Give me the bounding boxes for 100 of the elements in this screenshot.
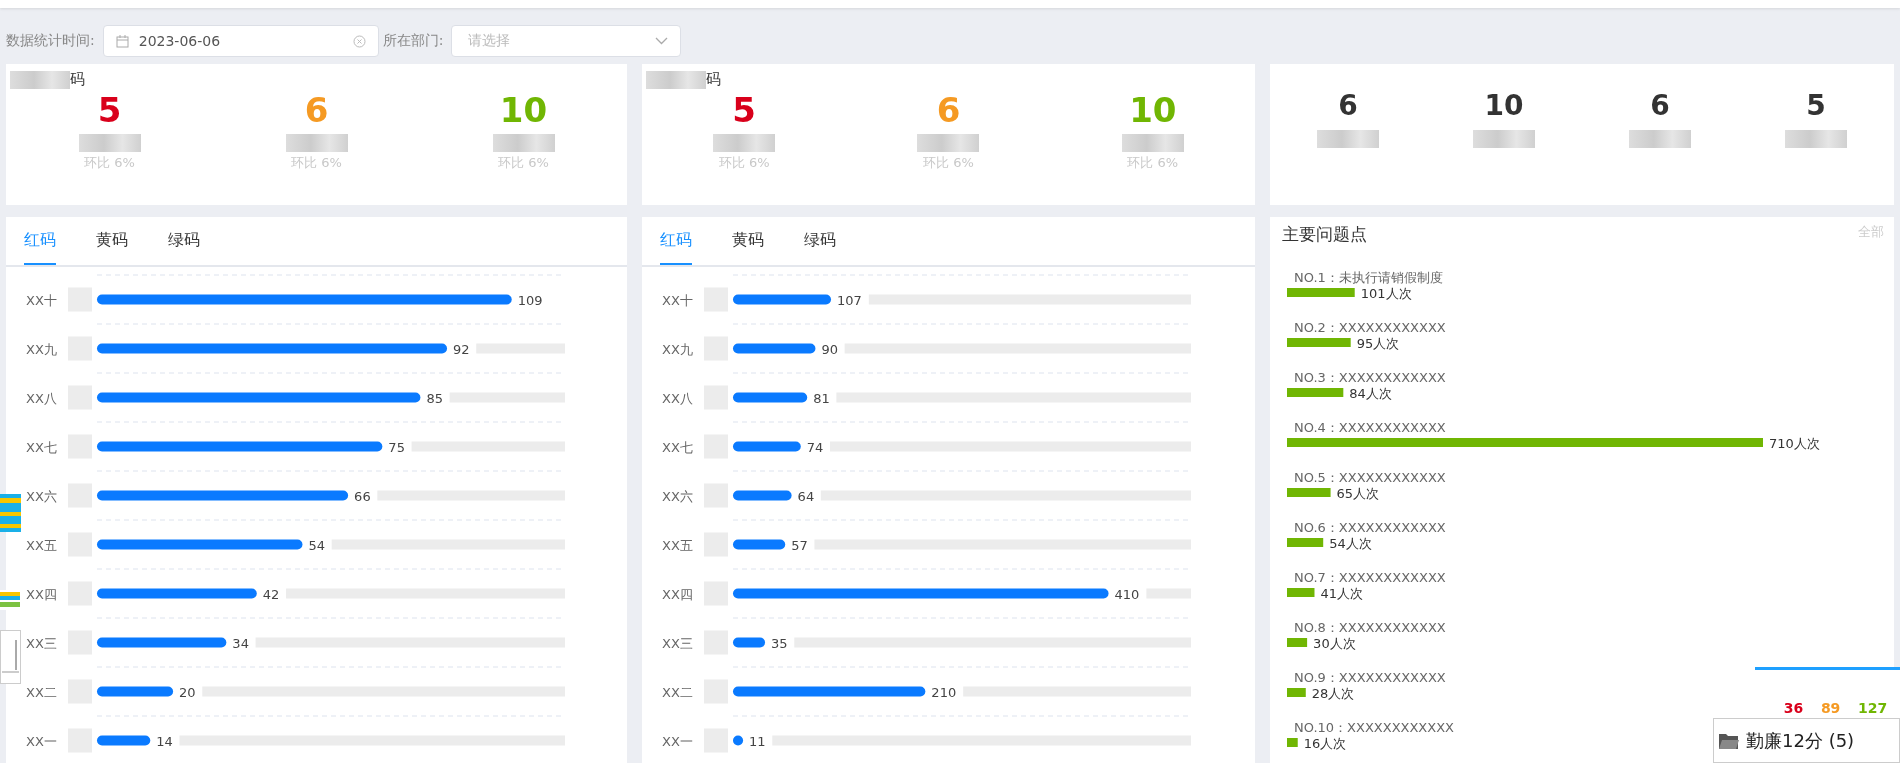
thumbnail-drawing — [0, 494, 21, 532]
bar — [733, 441, 801, 452]
redaction-mosaic — [285, 134, 348, 152]
tab[interactable]: 黄码 — [96, 217, 128, 265]
redaction-mosaic — [1317, 130, 1379, 148]
panel-title: 主要问题点 — [1282, 223, 1367, 246]
category-label: XX九 — [662, 341, 693, 357]
value-label: 54人次 — [1329, 536, 1372, 551]
tab[interactable]: 黄码 — [732, 217, 764, 265]
bar — [733, 637, 766, 648]
value-label: 74 — [806, 439, 824, 455]
value-label: 107 — [837, 292, 862, 308]
bar — [1287, 388, 1344, 397]
value-label: 20 — [179, 684, 196, 700]
stat-value: 10 — [499, 90, 548, 130]
value-label: 14 — [156, 733, 173, 749]
issue-label: NO.2：XXXXXXXXXXXX — [1294, 320, 1446, 335]
tab[interactable]: 绿码 — [804, 217, 836, 265]
issue-label: NO.7：XXXXXXXXXXXX — [1294, 570, 1446, 585]
stat-value: 10 — [1484, 88, 1524, 124]
category-label: XX一 — [26, 733, 57, 749]
value-label: 75 — [388, 439, 405, 455]
category-label: XX二 — [26, 684, 57, 700]
value-label: 81 — [813, 390, 830, 406]
thumbnail-number: 89 — [1820, 700, 1841, 716]
card-title: 码 — [70, 69, 85, 89]
date-field[interactable]: 2023-06-06 — [102, 25, 379, 57]
category-label: XX十 — [662, 292, 693, 308]
category-label: XX六 — [662, 488, 693, 504]
issue-label: NO.10：XXXXXXXXXXXX — [1294, 720, 1454, 735]
category-label: XX四 — [26, 586, 57, 602]
stat-value: 6 — [304, 90, 329, 130]
category-label: XX五 — [26, 537, 57, 553]
value-label: 42 — [262, 586, 280, 602]
category-label: XX三 — [662, 635, 693, 651]
value-label: 92 — [453, 341, 470, 357]
bar — [733, 539, 786, 550]
window-thumbnail[interactable]: 36 89 127 — [1755, 667, 1900, 718]
value-label: 41人次 — [1320, 586, 1364, 601]
value-label: 90 — [821, 341, 838, 357]
value-label: 109 — [517, 292, 543, 308]
category-label: XX二 — [662, 684, 693, 700]
filter-label: 所在部门: — [382, 32, 444, 50]
category-label: XX十 — [26, 292, 57, 308]
tab[interactable]: 绿码 — [168, 217, 200, 265]
value-label: 85 — [426, 390, 443, 406]
folder-icon — [1718, 731, 1740, 750]
taskbar-preview[interactable]: 勤廉12分 (5) — [1713, 718, 1900, 763]
thumbnail-number: 127 — [1857, 700, 1888, 716]
bar — [1287, 488, 1331, 497]
stat-value: 10 — [1129, 90, 1177, 130]
redaction-mosaic — [10, 71, 70, 89]
value-label: 84人次 — [1349, 386, 1392, 401]
value-label: 64 — [797, 488, 815, 504]
value-label: 95人次 — [1356, 336, 1400, 351]
bar — [1287, 288, 1355, 297]
value-label: 410 — [1114, 586, 1140, 602]
bar — [733, 735, 744, 746]
redaction-mosaic — [1785, 130, 1847, 148]
calendar-icon — [115, 34, 129, 48]
value-label: 57 — [791, 537, 808, 553]
redaction-mosaic — [646, 71, 706, 89]
category-label: XX九 — [26, 341, 57, 357]
thumbnail-number: 36 — [1783, 700, 1804, 716]
category-label: XX八 — [662, 390, 693, 406]
stat-value: 6 — [1338, 88, 1358, 124]
issue-label: NO.8：XXXXXXXXXXXX — [1294, 620, 1446, 635]
issue-label: NO.3：XXXXXXXXXXXX — [1294, 370, 1446, 385]
value-label: 66 — [354, 488, 371, 504]
stat-value: 5 — [97, 90, 122, 130]
category-label: XX四 — [662, 586, 693, 602]
issue-label: NO.9：XXXXXXXXXXXX — [1294, 670, 1446, 685]
issue-label: NO.4：XXXXXXXXXXXX — [1294, 420, 1446, 435]
redaction-mosaic — [492, 134, 555, 152]
redaction-mosaic — [1121, 134, 1184, 152]
value-label: 210 — [931, 684, 957, 700]
issue-label: NO.5：XXXXXXXXXXXX — [1294, 470, 1446, 485]
value-label: 54 — [308, 537, 325, 553]
card-title: 码 — [706, 69, 721, 89]
clear-icon[interactable] — [352, 34, 366, 48]
value-label: 65人次 — [1336, 486, 1380, 501]
chevron-down-icon — [655, 37, 669, 45]
bar — [97, 735, 151, 746]
redaction-mosaic — [713, 134, 776, 152]
bar — [1287, 738, 1298, 747]
issue-label: NO.6：XXXXXXXXXXXX — [1294, 520, 1446, 535]
stat-value: 6 — [1650, 88, 1670, 124]
stat-value: 5 — [732, 90, 756, 130]
bar — [1287, 538, 1324, 547]
redaction-mosaic — [1473, 130, 1535, 148]
bar — [733, 490, 792, 501]
value-label: 101人次 — [1360, 286, 1412, 301]
redaction-mosaic — [1629, 130, 1691, 148]
category-label: XX一 — [662, 733, 693, 749]
redaction-mosaic — [917, 134, 980, 152]
value-label: 35 — [771, 635, 788, 651]
value-label: 28人次 — [1311, 686, 1355, 701]
stat-value: 6 — [936, 90, 961, 130]
bar — [1287, 338, 1351, 347]
value-label: 710人次 — [1769, 436, 1820, 451]
